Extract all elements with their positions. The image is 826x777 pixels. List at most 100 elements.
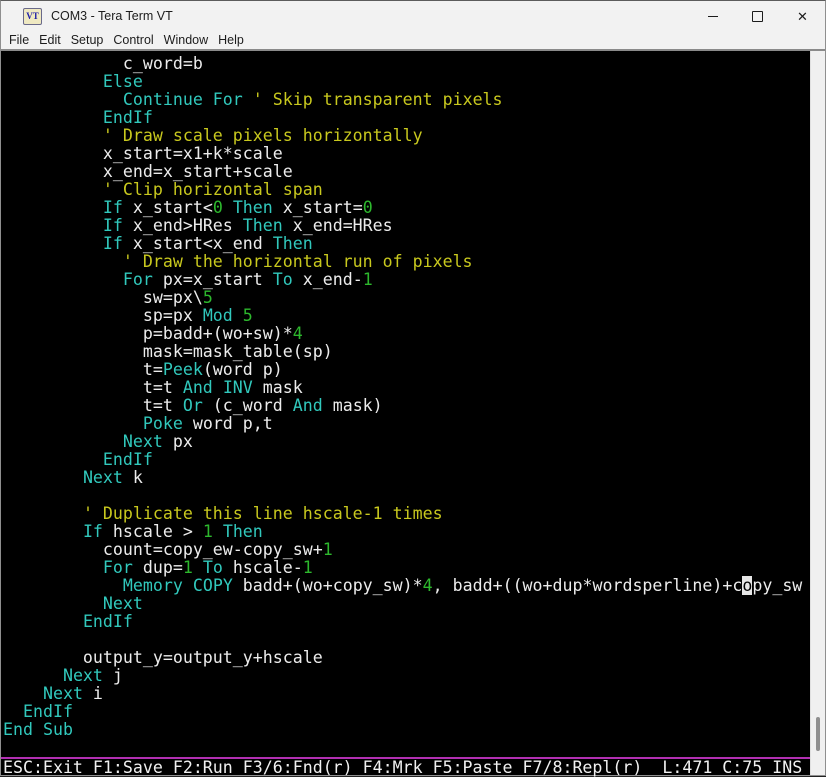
- code-token: [3, 558, 103, 577]
- code-token: For: [103, 558, 133, 577]
- code-token: t=: [3, 360, 163, 379]
- code-token: EndIf: [103, 108, 153, 127]
- code-line: sp=px Mod 5: [3, 307, 810, 325]
- code-token: 4: [293, 324, 303, 343]
- code-token: px=x_start: [153, 270, 273, 289]
- code-token: Next: [83, 468, 123, 487]
- code-line: [3, 631, 810, 649]
- code-line: Next px: [3, 433, 810, 451]
- code-token: EndIf: [83, 612, 133, 631]
- code-token: [3, 450, 103, 469]
- code-line: ' Duplicate this line hscale-1 times: [3, 505, 810, 523]
- code-token: COPY: [193, 576, 233, 595]
- maximize-button[interactable]: [735, 1, 780, 31]
- code-token: Else: [103, 72, 143, 91]
- code-token: To: [203, 558, 223, 577]
- code-token: Poke: [143, 414, 183, 433]
- code-token: Next: [123, 432, 163, 451]
- code-token: badd+(wo+copy_sw)*: [233, 576, 423, 595]
- code-token: hscale >: [103, 522, 203, 541]
- code-token: [3, 108, 103, 127]
- terminal-area: c_word=b Else Continue For ' Skip transp…: [1, 51, 825, 775]
- code-line: If x_start<x_end Then: [3, 235, 810, 253]
- code-line: x_end=x_start+scale: [3, 163, 810, 181]
- tera-term-vt-icon: VT: [23, 8, 42, 25]
- code-line: t=t And INV mask: [3, 379, 810, 397]
- code-token: [3, 432, 123, 451]
- code-line: If hscale > 1 Then: [3, 523, 810, 541]
- code-token: t=t: [3, 378, 183, 397]
- terminal-screen[interactable]: c_word=b Else Continue For ' Skip transp…: [1, 51, 810, 775]
- code-token: k: [123, 468, 143, 487]
- code-line: EndIf: [3, 613, 810, 631]
- tera-term-window: VT COM3 - Tera Term VT ✕ FileEditSetupCo…: [0, 0, 826, 776]
- minimize-icon: [708, 16, 718, 17]
- code-token: [193, 558, 203, 577]
- code-token: count=copy_ew-copy_sw+: [3, 540, 323, 559]
- code-token: x_start=x1+k*scale: [3, 144, 283, 163]
- code-token: x_start<x_end: [123, 234, 273, 253]
- code-token: 4: [423, 576, 433, 595]
- code-token: sw=px\: [3, 288, 203, 307]
- code-line: sw=px\5: [3, 289, 810, 307]
- code-token: i: [83, 684, 103, 703]
- code-line: EndIf: [3, 109, 810, 127]
- code-token: ' Duplicate this line hscale-1 times: [83, 504, 443, 523]
- code-token: Then: [223, 522, 263, 541]
- menu-item-help[interactable]: Help: [213, 32, 249, 48]
- code-line: output_y=output_y+hscale: [3, 649, 810, 667]
- code-token: 1: [363, 270, 373, 289]
- code-token: [213, 522, 223, 541]
- code-line: For dup=1 To hscale-1: [3, 559, 810, 577]
- code-line: ' Draw scale pixels horizontally: [3, 127, 810, 145]
- code-token: x_end-: [293, 270, 363, 289]
- editor-function-key-bar: ESC:Exit F1:Save F2:Run F3/6:Fnd(r) F4:M…: [1, 757, 810, 777]
- menu-item-edit[interactable]: Edit: [34, 32, 66, 48]
- code-token: For: [123, 270, 153, 289]
- code-token: [213, 378, 223, 397]
- menu-item-control[interactable]: Control: [108, 32, 158, 48]
- code-token: c_word=b: [3, 55, 203, 73]
- code-token: [3, 468, 83, 487]
- menu-item-window[interactable]: Window: [159, 32, 213, 48]
- code-token: [3, 234, 103, 253]
- close-button[interactable]: ✕: [780, 1, 825, 31]
- code-token: [3, 522, 83, 541]
- code-token: 1: [203, 522, 213, 541]
- window-title: COM3 - Tera Term VT: [51, 9, 173, 23]
- code-token: [3, 414, 143, 433]
- vertical-scrollbar[interactable]: [810, 51, 825, 775]
- code-token: mask: [253, 378, 303, 397]
- code-line: [3, 487, 810, 505]
- code-line: count=copy_ew-copy_sw+1: [3, 541, 810, 559]
- code-token: If: [103, 234, 123, 253]
- code-token: Continue For: [123, 90, 243, 109]
- code-line: If x_start<0 Then x_start=0: [3, 199, 810, 217]
- code-token: If: [83, 522, 103, 541]
- code-token: [3, 504, 83, 523]
- code-token: ' Draw scale pixels horizontally: [103, 126, 423, 145]
- menu-item-setup[interactable]: Setup: [66, 32, 109, 48]
- code-token: x_end=x_start+scale: [3, 162, 293, 181]
- code-token: p=badd+(wo+sw)*: [3, 324, 293, 343]
- code-token: [3, 576, 123, 595]
- minimize-button[interactable]: [690, 1, 735, 31]
- code-token: Next: [103, 594, 143, 613]
- code-token: , badd+((wo+dup*wordsperline)+c: [433, 576, 743, 595]
- code-token: Peek: [163, 360, 203, 379]
- code-token: 1: [323, 540, 333, 559]
- code-token: If: [103, 216, 123, 235]
- menu-item-file[interactable]: File: [4, 32, 34, 48]
- code-token: [3, 180, 103, 199]
- code-line: p=badd+(wo+sw)*4: [3, 325, 810, 343]
- scrollbar-thumb[interactable]: [816, 717, 820, 751]
- code-token: [233, 306, 243, 325]
- code-token: And: [183, 378, 213, 397]
- title-bar: VT COM3 - Tera Term VT ✕: [1, 1, 825, 31]
- code-token: x_start=: [273, 198, 363, 217]
- text-cursor: o: [742, 576, 752, 595]
- code-token: x_end>HRes: [123, 216, 243, 235]
- code-token: Or: [183, 396, 203, 415]
- code-line: EndIf: [3, 451, 810, 469]
- code-token: px: [163, 432, 193, 451]
